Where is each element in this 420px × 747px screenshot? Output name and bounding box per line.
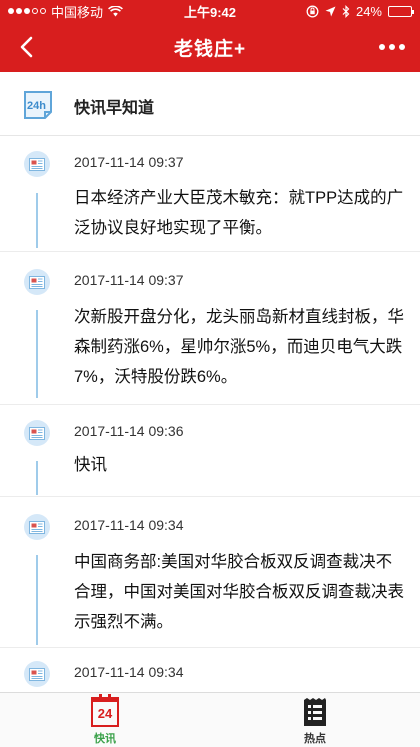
timeline-line xyxy=(36,193,38,248)
chevron-left-icon xyxy=(20,36,33,58)
newspaper-icon xyxy=(24,420,50,446)
status-time: 上午9:42 xyxy=(183,4,237,20)
nav-bar: 老钱庄+ xyxy=(0,22,420,72)
section-header: 24h 快讯早知道 xyxy=(0,72,420,136)
news-item[interactable]: 2017-11-14 09:37 次新股开盘分化，龙头丽岛新材直线封板，华森制药… xyxy=(0,252,420,402)
news-item[interactable]: 2017-11-14 09:34 中国商务部:美国对华胶合板双反调查裁决不合理，… xyxy=(0,497,420,647)
newspaper-icon xyxy=(24,269,50,295)
timeline-line xyxy=(36,461,38,495)
24h-icon: 24h xyxy=(24,91,52,119)
news-time: 2017-11-14 09:34 xyxy=(74,664,184,680)
newspaper-icon xyxy=(24,661,50,687)
newspaper-icon xyxy=(24,514,50,540)
news-text: 快讯 xyxy=(74,456,107,474)
news-time: 2017-11-14 09:37 xyxy=(74,154,184,170)
tab-kuaixun[interactable]: 24 快讯 xyxy=(75,694,135,747)
tab-redian-label: 热点 xyxy=(304,733,326,745)
battery-percent: 24% xyxy=(355,3,382,19)
24h-icon-text: 24h xyxy=(27,100,46,112)
news-feed[interactable]: 2017-11-14 09:37 日本经济产业大臣茂木敏充：就TPP达成的广泛协… xyxy=(0,137,420,692)
news-text: 日本经济产业大臣茂木敏充：就TPP达成的广泛协议良好地实现了平衡。 xyxy=(74,189,404,237)
rotation-lock-icon xyxy=(306,5,319,17)
calendar-24-icon-text: 24 xyxy=(97,706,113,721)
more-options-button[interactable] xyxy=(374,33,410,61)
timeline-line xyxy=(36,310,38,398)
news-item[interactable]: 2017-11-14 09:37 日本经济产业大臣茂木敏充：就TPP达成的广泛协… xyxy=(0,137,420,252)
hot-list-icon xyxy=(304,698,326,726)
location-arrow-icon xyxy=(325,6,336,16)
signal-strength-icon xyxy=(8,8,46,14)
status-bar: 中国移动 上午9:42 24% xyxy=(0,0,420,22)
more-dot-icon xyxy=(399,44,405,50)
carrier-label: 中国移动 xyxy=(51,4,104,20)
section-title: 快讯早知道 xyxy=(74,100,155,117)
news-text: 次新股开盘分化，龙头丽岛新材直线封板，华森制药涨6%，星帅尔涨5%，而迪贝电气大… xyxy=(74,308,404,386)
page-title: 老钱庄+ xyxy=(173,38,247,60)
news-item[interactable]: 2017-11-14 09:34 xyxy=(0,648,420,692)
news-time: 2017-11-14 09:36 xyxy=(74,423,184,439)
newspaper-icon xyxy=(24,151,50,177)
news-time: 2017-11-14 09:34 xyxy=(74,517,184,533)
bluetooth-icon xyxy=(342,4,350,18)
more-dot-icon xyxy=(389,44,395,50)
news-item[interactable]: 2017-11-14 09:36 快讯 xyxy=(0,405,420,496)
battery-icon xyxy=(388,5,414,17)
tab-kuaixun-label: 快讯 xyxy=(94,733,116,745)
back-button[interactable] xyxy=(12,33,40,61)
timeline-line xyxy=(36,555,38,645)
news-text: 中国商务部:美国对华胶合板双反调查裁决不合理，中国对美国对华胶合板双反调查裁决表… xyxy=(74,553,404,631)
more-dot-icon xyxy=(379,44,385,50)
calendar-24-icon: 24 xyxy=(91,694,119,727)
tab-bar: 24 快讯 热点 xyxy=(0,692,420,747)
wifi-icon xyxy=(108,5,123,16)
tab-redian[interactable]: 热点 xyxy=(285,697,345,747)
news-time: 2017-11-14 09:37 xyxy=(74,272,184,288)
